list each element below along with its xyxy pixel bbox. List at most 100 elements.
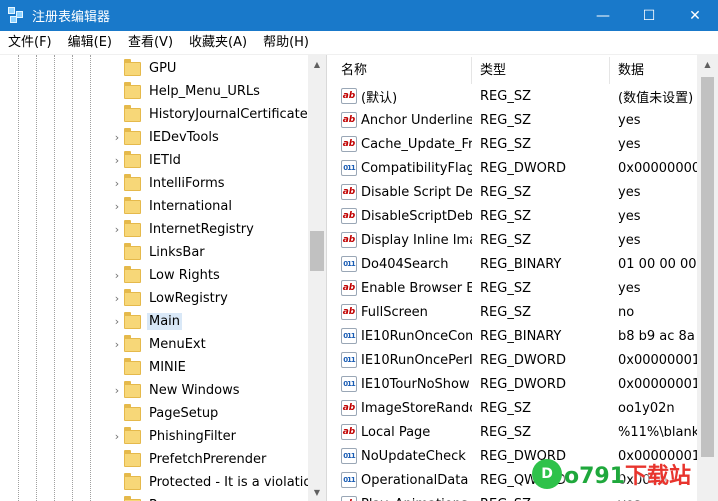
close-button[interactable]: ✕ — [672, 0, 718, 31]
value-name-text: ImageStoreRandomFolder — [361, 400, 472, 416]
chevron-right-icon[interactable]: › — [110, 126, 124, 149]
list-value-row[interactable]: abCache_Update_FrequencyREG_SZyes — [333, 132, 718, 156]
string-value-icon: ab — [341, 280, 357, 296]
tree-key-label: International — [149, 199, 232, 214]
tree-key-item[interactable]: › International — [110, 195, 234, 218]
tree-key-item[interactable]: › LowRegistry — [110, 287, 230, 310]
chevron-right-icon[interactable]: › — [110, 149, 124, 172]
value-name-text: NoUpdateCheck — [361, 448, 466, 464]
tree-key-item[interactable]: Protected - It is a violation — [110, 471, 322, 494]
chevron-right-icon[interactable]: › — [110, 333, 124, 356]
column-name-header[interactable]: 名称 — [333, 57, 472, 84]
menu-bar: 文件(F) 编辑(E) 查看(V) 收藏夹(A) 帮助(H) — [0, 31, 718, 55]
value-type-cell: REG_SZ — [480, 136, 531, 152]
menu-view[interactable]: 查看(V) — [120, 31, 181, 55]
string-value-icon: ab — [341, 184, 357, 200]
tree-key-label: IntelliForms — [149, 176, 225, 191]
column-type-header[interactable]: 类型 — [472, 57, 610, 84]
tree-key-item[interactable]: PageSetup — [110, 402, 220, 425]
list-value-row[interactable]: ab Anchor Underline REG_SZ yes — [333, 108, 718, 132]
tree-key-item[interactable]: › IEDevTools — [110, 126, 221, 149]
menu-favorites[interactable]: 收藏夹(A) — [181, 31, 255, 55]
scroll-up-arrow-icon[interactable]: ▲ — [308, 55, 326, 73]
tree-key-item[interactable]: GPU — [110, 57, 178, 80]
tree-key-label: Recovery — [147, 497, 211, 501]
chevron-right-icon[interactable]: › — [110, 494, 124, 501]
chevron-right-icon[interactable]: › — [110, 425, 124, 448]
value-type-cell: REG_SZ — [480, 424, 531, 440]
tree-key-item[interactable]: › IntelliForms — [110, 172, 227, 195]
string-value-icon: ab — [341, 112, 357, 128]
watermark-text-red: 下载站 — [625, 464, 692, 489]
list-value-row[interactable]: 011 CompatibilityFlags REG_DWORD 0x00000000 — [333, 156, 718, 180]
list-value-row[interactable]: abDisplay Inline ImagesREG_SZyes — [333, 228, 718, 252]
list-value-row[interactable]: 011 IE10TourNoShow REG_DWORD 0x00000001 — [333, 372, 718, 396]
tree-key-label: Main — [147, 313, 183, 330]
tree-scrollbar[interactable]: ▲ ▼ — [308, 55, 326, 501]
tree-scrollbar-thumb[interactable] — [310, 231, 324, 271]
folder-icon — [124, 334, 141, 352]
tree-key-item[interactable]: HistoryJournalCertificate — [110, 103, 310, 126]
regedit-app-icon — [8, 6, 26, 25]
tree-key-label: GPU — [149, 61, 177, 76]
tree-key-item[interactable]: › PhishingFilter — [110, 425, 238, 448]
list-value-row[interactable]: 011 Do404Search REG_BINARY 01 00 00 00 — [333, 252, 718, 276]
binary-value-icon: 011 — [341, 376, 357, 392]
menu-edit[interactable]: 编辑(E) — [60, 31, 120, 55]
maximize-button[interactable]: ☐ — [626, 0, 672, 31]
chevron-right-icon[interactable]: › — [110, 218, 124, 241]
value-type-cell: REG_BINARY — [480, 256, 562, 272]
tree-key-item[interactable]: › Recovery — [110, 494, 211, 501]
tree-key-label: InternetRegistry — [149, 222, 254, 237]
window-title: 注册表编辑器 — [32, 10, 111, 25]
menu-help[interactable]: 帮助(H) — [255, 31, 317, 55]
string-value-icon: ab — [341, 496, 357, 501]
list-value-row[interactable]: 011IE10RunOnceCompletionTimeREG_BINARYb8… — [333, 324, 718, 348]
list-value-row[interactable]: ab (默认) REG_SZ (数值未设置) — [333, 84, 718, 108]
minimize-button[interactable]: — — [580, 0, 626, 31]
tree-key-item[interactable]: › Low Rights — [110, 264, 222, 287]
tree-key-item[interactable]: › InternetRegistry — [110, 218, 256, 241]
tree-key-item[interactable]: › New Windows — [110, 379, 242, 402]
chevron-right-icon[interactable]: › — [110, 264, 124, 287]
chevron-right-icon[interactable]: › — [110, 195, 124, 218]
list-value-row[interactable]: abEnable Browser ExtensionsREG_SZyes — [333, 276, 718, 300]
list-value-row[interactable]: abDisableScriptDebuggerIEREG_SZyes — [333, 204, 718, 228]
value-name-cell: ab (默认) — [333, 87, 472, 106]
chevron-right-icon[interactable]: › — [110, 172, 124, 195]
list-value-row[interactable]: ab FullScreen REG_SZ no — [333, 300, 718, 324]
value-name-text: Display Inline Images — [361, 232, 472, 248]
folder-icon — [124, 288, 141, 306]
list-value-row[interactable]: 011IE10RunOncePerInstallCompleted REG_DWO… — [333, 348, 718, 372]
tree-key-item[interactable]: MINIE — [110, 356, 188, 379]
list-value-row[interactable]: ab Local Page REG_SZ %11%\blank — [333, 420, 718, 444]
scroll-down-arrow-icon[interactable]: ▼ — [308, 483, 326, 501]
list-value-row[interactable]: abDisable Script DebuggerREG_SZyes — [333, 180, 718, 204]
list-value-row[interactable]: abImageStoreRandomFolderREG_SZoo1y02n — [333, 396, 718, 420]
binary-value-icon: 011 — [341, 256, 357, 272]
tree-key-item[interactable]: › IETld — [110, 149, 183, 172]
value-name-text: Local Page — [361, 424, 431, 440]
value-name-cell: abCache_Update_Frequency — [333, 136, 472, 152]
tree-key-item[interactable]: Help_Menu_URLs — [110, 80, 262, 103]
chevron-right-icon[interactable]: › — [110, 379, 124, 402]
folder-icon — [124, 403, 141, 421]
menu-file[interactable]: 文件(F) — [0, 31, 60, 55]
tree-key-item[interactable]: PrefetchPrerender — [110, 448, 268, 471]
scroll-up-arrow-icon[interactable]: ▲ — [697, 55, 718, 73]
value-type-cell: REG_SZ — [480, 208, 531, 224]
tree-key-item[interactable]: › MenuExt — [110, 333, 208, 356]
value-name-text: Disable Script Debugger — [361, 184, 472, 200]
list-scrollbar-thumb[interactable] — [701, 77, 714, 457]
list-scrollbar[interactable]: ▲ — [697, 55, 718, 501]
folder-icon — [124, 265, 141, 283]
tree-key-item[interactable]: › Main — [110, 310, 183, 333]
tree-key-label: HistoryJournalCertificate — [149, 107, 308, 122]
tree-key-label: IETld — [149, 153, 181, 168]
chevron-right-icon[interactable]: › — [110, 310, 124, 333]
folder-icon — [124, 104, 141, 122]
chevron-right-icon[interactable]: › — [110, 287, 124, 310]
tree-key-item[interactable]: LinksBar — [110, 241, 207, 264]
watermark-text: o791 — [564, 464, 626, 489]
